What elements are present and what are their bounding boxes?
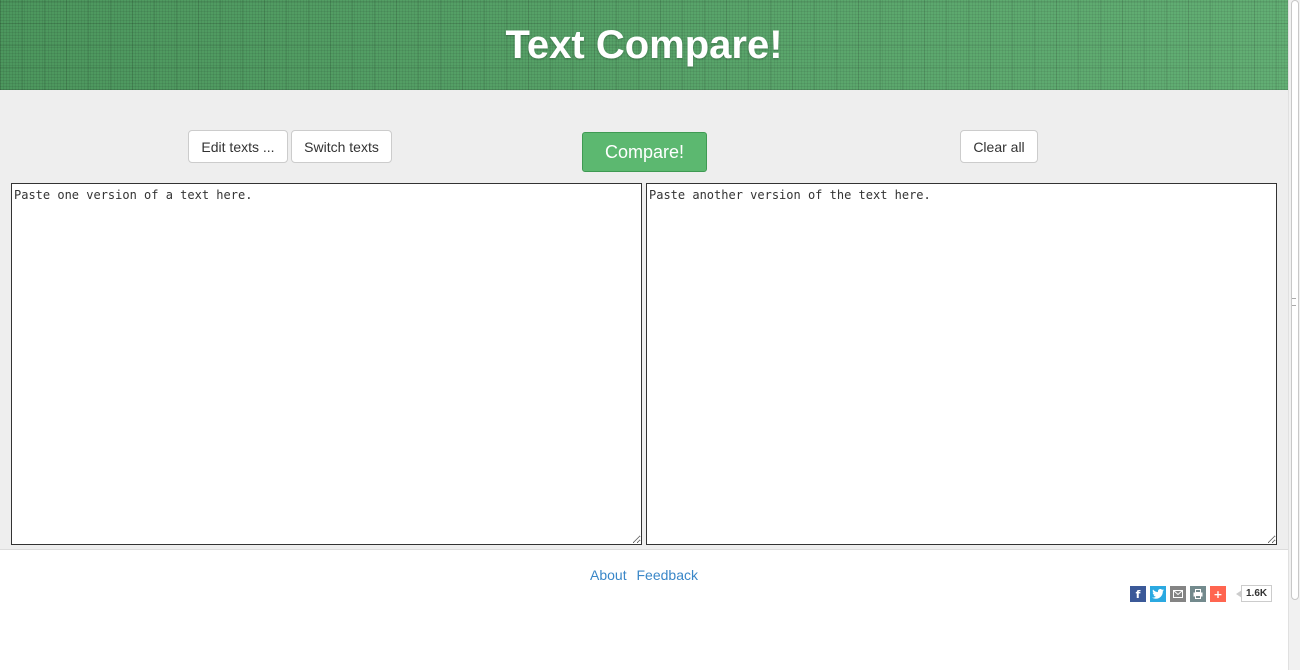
print-icon[interactable] [1190, 586, 1206, 602]
share-toolbar: f + [1130, 586, 1226, 602]
page-title: Text Compare! [505, 22, 783, 67]
more-share-icon[interactable]: + [1210, 586, 1226, 602]
feedback-link[interactable]: Feedback [637, 567, 698, 583]
scrollbar-grip-icon [1292, 298, 1296, 306]
compare-button[interactable]: Compare! [582, 132, 707, 172]
page-scrollbar[interactable] [1288, 0, 1300, 670]
compare-workarea: Edit texts ... Switch texts Compare! Cle… [0, 90, 1288, 550]
original-text-input[interactable] [11, 183, 642, 545]
changed-text-input[interactable] [646, 183, 1277, 545]
edit-texts-button[interactable]: Edit texts ... [188, 130, 288, 163]
site-header: Text Compare! [0, 0, 1288, 90]
footer-links: About Feedback [0, 567, 1288, 583]
share-count-badge: 1.6K [1235, 585, 1273, 602]
facebook-icon[interactable]: f [1130, 586, 1146, 602]
clear-all-button[interactable]: Clear all [960, 130, 1038, 163]
about-link[interactable]: About [590, 567, 627, 583]
twitter-icon[interactable] [1150, 586, 1166, 602]
email-icon[interactable] [1170, 586, 1186, 602]
switch-texts-button[interactable]: Switch texts [291, 130, 392, 163]
